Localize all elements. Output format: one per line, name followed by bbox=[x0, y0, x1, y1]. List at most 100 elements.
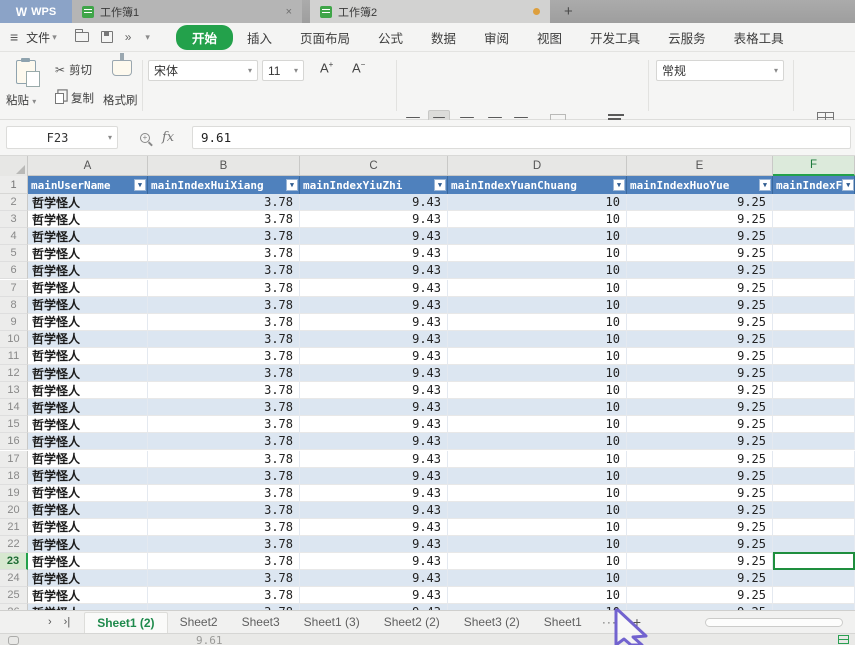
cell[interactable]: 3.78 bbox=[148, 399, 300, 417]
sheet-tab-Sheet1-3-[interactable]: Sheet1 (3) bbox=[292, 612, 372, 632]
cell[interactable]: 9.25 bbox=[627, 501, 773, 519]
cell[interactable]: 9.25 bbox=[627, 347, 773, 365]
cell[interactable] bbox=[773, 296, 855, 314]
zoom-magnifier-icon[interactable]: + bbox=[140, 132, 150, 143]
row-number[interactable]: 23 bbox=[0, 553, 28, 571]
cell[interactable]: 9.43 bbox=[300, 501, 448, 519]
cell[interactable]: 9.43 bbox=[300, 330, 448, 348]
cell[interactable] bbox=[773, 228, 855, 246]
row-number[interactable]: 22 bbox=[0, 536, 28, 554]
cell[interactable] bbox=[773, 450, 855, 468]
cell[interactable]: 哲学怪人 bbox=[28, 553, 148, 571]
cell[interactable]: 3.78 bbox=[148, 518, 300, 536]
cell[interactable]: 10 bbox=[448, 484, 627, 502]
fx-icon[interactable]: fx bbox=[162, 130, 174, 145]
cell[interactable]: 哲学怪人 bbox=[28, 570, 148, 588]
row-number[interactable]: 11 bbox=[0, 347, 28, 365]
cell[interactable]: 3.78 bbox=[148, 570, 300, 588]
font-name-select[interactable]: 宋体 ▾ bbox=[148, 60, 258, 81]
cell[interactable] bbox=[773, 313, 855, 331]
row-number[interactable]: 17 bbox=[0, 450, 28, 468]
cell[interactable]: 哲学怪人 bbox=[28, 296, 148, 314]
cell[interactable]: 哲学怪人 bbox=[28, 228, 148, 246]
doc-tab-workbook2[interactable]: 工作簿2 bbox=[310, 0, 550, 23]
cell[interactable]: 9.25 bbox=[627, 365, 773, 383]
cell[interactable] bbox=[773, 330, 855, 348]
add-sheet-button[interactable]: + bbox=[625, 614, 649, 630]
ribbon-tab-页面布局[interactable]: 页面布局 bbox=[286, 25, 364, 50]
cell[interactable]: 10 bbox=[448, 399, 627, 417]
save-icon[interactable] bbox=[100, 31, 113, 43]
cell[interactable] bbox=[773, 194, 855, 212]
cell[interactable]: 9.25 bbox=[627, 382, 773, 400]
cell[interactable] bbox=[773, 365, 855, 383]
cell[interactable]: 哲学怪人 bbox=[28, 399, 148, 417]
ribbon-tab-表格工具[interactable]: 表格工具 bbox=[720, 25, 798, 50]
row-number[interactable]: 1 bbox=[0, 176, 28, 194]
wps-logo[interactable]: W WPS bbox=[0, 0, 72, 23]
cell[interactable]: 9.25 bbox=[627, 228, 773, 246]
cell[interactable]: 哲学怪人 bbox=[28, 382, 148, 400]
cell[interactable] bbox=[773, 518, 855, 536]
cell[interactable] bbox=[773, 245, 855, 263]
column-header-B[interactable]: B bbox=[148, 156, 300, 176]
column-header-F[interactable]: F bbox=[773, 156, 855, 176]
formula-input[interactable]: 9.61 bbox=[192, 126, 851, 149]
cell[interactable]: 哲学怪人 bbox=[28, 536, 148, 554]
row-number[interactable]: 8 bbox=[0, 296, 28, 314]
format-painter-button[interactable]: 格式刷 bbox=[103, 92, 138, 108]
select-all-corner[interactable] bbox=[0, 156, 28, 176]
row-number[interactable]: 21 bbox=[0, 518, 28, 536]
cell[interactable]: 9.25 bbox=[627, 262, 773, 280]
cell[interactable] bbox=[773, 501, 855, 519]
column-header-A[interactable]: A bbox=[28, 156, 148, 176]
filter-dropdown-icon[interactable]: ▼ bbox=[434, 179, 446, 191]
cell[interactable]: 9.25 bbox=[627, 536, 773, 554]
cell[interactable]: 哲学怪人 bbox=[28, 279, 148, 297]
cell[interactable]: 10 bbox=[448, 245, 627, 263]
cell[interactable]: 10 bbox=[448, 194, 627, 212]
cell[interactable]: 9.25 bbox=[627, 211, 773, 229]
cell[interactable]: 9.25 bbox=[627, 587, 773, 605]
cell[interactable]: 9.25 bbox=[627, 518, 773, 536]
cell[interactable]: 哲学怪人 bbox=[28, 262, 148, 280]
row-number[interactable]: 13 bbox=[0, 382, 28, 400]
cell[interactable]: 9.43 bbox=[300, 484, 448, 502]
cell[interactable] bbox=[773, 399, 855, 417]
column-header-C[interactable]: C bbox=[300, 156, 448, 176]
cell[interactable]: 9.43 bbox=[300, 467, 448, 485]
ribbon-tab-审阅[interactable]: 审阅 bbox=[470, 25, 523, 50]
cell[interactable]: 3.78 bbox=[148, 484, 300, 502]
cell[interactable]: 3.78 bbox=[148, 467, 300, 485]
cell[interactable]: 9.25 bbox=[627, 433, 773, 451]
cell[interactable]: 9.43 bbox=[300, 382, 448, 400]
cell[interactable]: 哲学怪人 bbox=[28, 518, 148, 536]
hamburger-icon[interactable]: ≡ bbox=[10, 29, 18, 45]
cell[interactable]: 3.78 bbox=[148, 501, 300, 519]
cell[interactable]: 3.78 bbox=[148, 433, 300, 451]
sheet-tab-Sheet2-2-[interactable]: Sheet2 (2) bbox=[372, 612, 452, 632]
cell[interactable]: 哲学怪人 bbox=[28, 313, 148, 331]
column-header-D[interactable]: D bbox=[448, 156, 627, 176]
row-number[interactable]: 24 bbox=[0, 570, 28, 588]
ribbon-tab-数据[interactable]: 数据 bbox=[417, 25, 470, 50]
cell[interactable]: 3.78 bbox=[148, 347, 300, 365]
chevron-down-icon[interactable]: ▾ bbox=[108, 133, 112, 142]
cell[interactable]: 9.43 bbox=[300, 211, 448, 229]
cell[interactable]: 9.25 bbox=[627, 450, 773, 468]
cell[interactable]: 9.25 bbox=[627, 194, 773, 212]
cut-button[interactable]: ✂ 剪切 bbox=[55, 62, 94, 78]
number-format-select[interactable]: 常规 ▾ bbox=[656, 60, 784, 81]
paste-button[interactable]: 粘贴 ▾ bbox=[6, 92, 36, 108]
cell[interactable]: 9.43 bbox=[300, 399, 448, 417]
cell[interactable]: 哲学怪人 bbox=[28, 587, 148, 605]
cell[interactable]: 9.43 bbox=[300, 279, 448, 297]
row-number[interactable]: 25 bbox=[0, 587, 28, 605]
cell[interactable] bbox=[773, 536, 855, 554]
cell[interactable]: 3.78 bbox=[148, 313, 300, 331]
cell[interactable]: 哲学怪人 bbox=[28, 365, 148, 383]
name-box[interactable]: F23 ▾ bbox=[6, 126, 118, 149]
cell[interactable]: 9.25 bbox=[627, 313, 773, 331]
cell[interactable]: 9.43 bbox=[300, 365, 448, 383]
cell[interactable]: 3.78 bbox=[148, 245, 300, 263]
